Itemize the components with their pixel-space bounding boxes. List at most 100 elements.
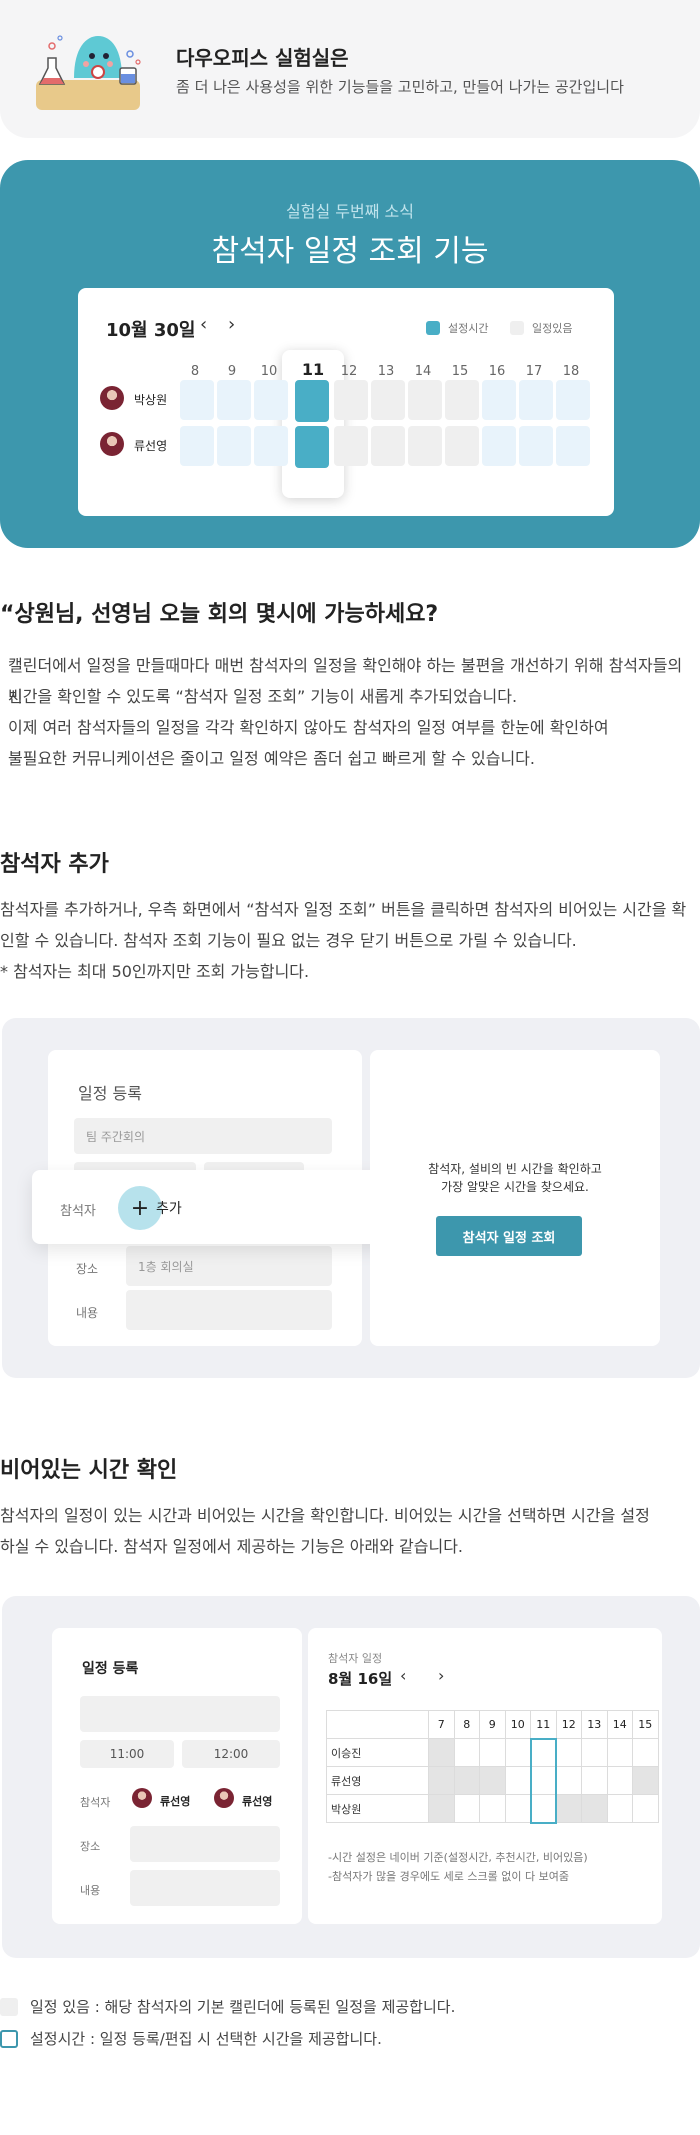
slot-free[interactable] [581, 1766, 608, 1795]
legend-set-swatch [426, 321, 440, 335]
slot-busy [479, 1766, 506, 1795]
place-field[interactable]: 1층 회의실 [126, 1246, 332, 1286]
hour-header: 11 [530, 1710, 557, 1739]
legend-set-label: 설정시간 [448, 322, 489, 335]
slot-busy [334, 380, 368, 420]
slot-free[interactable] [504, 1794, 531, 1823]
slot-free[interactable] [632, 1738, 659, 1767]
hour-label: 18 [562, 364, 580, 379]
hour-header: 10 [504, 1710, 531, 1739]
schedule-note: -참석자가 많을 경우에도 세로 스크롤 없이 다 보여줌 [328, 1870, 569, 1883]
slot-free[interactable] [217, 426, 251, 466]
legend-busy-label: 일정있음 [532, 322, 573, 335]
event-title-field[interactable] [80, 1696, 280, 1732]
slot-free[interactable] [555, 1738, 582, 1767]
attendee-name: 류선영 [326, 1766, 429, 1795]
section-add-title: 참석자 추가 [0, 852, 109, 877]
calendar-date: 10월 30일 [106, 320, 196, 341]
attendee-add-row: 참석자 + 추가 [32, 1170, 396, 1244]
slot-free[interactable] [606, 1738, 633, 1767]
table-row: 류선영 [326, 1766, 659, 1795]
slot-busy [445, 426, 479, 466]
legend-busy-description: 일정 있음 : 해당 참석자의 기본 캘린더에 등록된 일정을 제공합니다. [0, 1996, 455, 2017]
hour-label: 10 [260, 364, 278, 379]
schedule-note: -시간 설정은 네이버 기준(설정시간, 추천시간, 비어있음) [328, 1851, 588, 1864]
content-label: 내용 [80, 1884, 101, 1897]
content-field[interactable] [126, 1290, 332, 1330]
slot-free[interactable] [453, 1794, 480, 1823]
start-time-field[interactable]: 11:00 [80, 1740, 174, 1768]
slot-free[interactable] [479, 1794, 506, 1823]
slot-selected[interactable] [529, 1766, 557, 1795]
slot-busy [334, 426, 368, 466]
hour-label: 9 [227, 364, 237, 379]
lab-mascot-illustration [36, 35, 141, 110]
section-add-line: 참석자를 추가하거나, 우측 화면에서 “참석자 일정 조회” 버튼을 클릭하면… [0, 900, 687, 919]
slot-busy [581, 1794, 608, 1823]
slot-free[interactable] [180, 426, 214, 466]
next-date-icon[interactable]: › [438, 1666, 444, 1685]
hour-header: 15 [632, 1710, 659, 1739]
slot-free[interactable] [556, 426, 590, 466]
schedule-header-row: 7 8 9 10 11 12 13 14 15 [326, 1710, 659, 1739]
slot-free[interactable] [606, 1766, 633, 1795]
slot-selected[interactable] [529, 1737, 557, 1767]
lookup-message-line: 참석자, 설비의 빈 시간을 확인하고 [428, 1162, 602, 1176]
end-time-field[interactable]: 12:00 [182, 1740, 280, 1768]
attendee-name: 이승진 [326, 1738, 429, 1767]
slot-free[interactable] [632, 1794, 659, 1823]
attendee-chip[interactable]: 류선영 [242, 1793, 272, 1809]
hour-label: 15 [451, 364, 469, 379]
add-attendee-label[interactable]: 추가 [156, 1198, 182, 1218]
slot-free[interactable] [254, 426, 288, 466]
event-form-card: 일정 등록 11:00 12:00 참석자 류선영 류선영 장소 내용 [52, 1628, 302, 1924]
slot-free[interactable] [482, 426, 516, 466]
slot-busy [428, 1738, 455, 1767]
intro-line: 이제 여러 참석자들의 일정을 각각 확인하지 않아도 참석자의 일정 여부를 … [8, 718, 609, 737]
slot-free[interactable] [180, 380, 214, 420]
intro-line: 시간을 확인할 수 있도록 “참석자 일정 조회” 기능이 새롭게 추가되었습니… [8, 687, 518, 706]
slot-free[interactable] [479, 1738, 506, 1767]
next-date-icon[interactable]: › [228, 314, 235, 335]
slot-free[interactable] [606, 1794, 633, 1823]
intro-title: 다우오피스 실험실은 [176, 46, 349, 70]
place-field[interactable] [130, 1826, 280, 1862]
intro-card: 다우오피스 실험실은 좀 더 나은 사용성을 위한 기능들을 고민하고, 만들어… [0, 0, 700, 138]
legend-busy-swatch [510, 321, 524, 335]
banner-title: 참석자 일정 조회 기능 [211, 234, 489, 269]
slot-free[interactable] [519, 380, 553, 420]
hour-label: 16 [488, 364, 506, 379]
event-title-field[interactable]: 팀 주간회의 [74, 1118, 332, 1154]
slot-selected[interactable] [295, 426, 329, 468]
slot-free[interactable] [482, 380, 516, 420]
slot-selected[interactable] [295, 380, 329, 422]
intro-subtitle: 좀 더 나은 사용성을 위한 기능들을 고민하고, 만들어 나가는 공간입니다 [176, 78, 624, 96]
intro-heading: “상원님, 선영님 오늘 회의 몇시에 가능하세요? [0, 602, 439, 627]
slot-free[interactable] [581, 1738, 608, 1767]
attendee-chip[interactable]: 류선영 [160, 1793, 190, 1809]
table-row: 박상원 [326, 1794, 659, 1824]
slot-free[interactable] [555, 1766, 582, 1795]
hour-header: 9 [479, 1710, 506, 1739]
attendee-name: 류선영 [134, 439, 168, 453]
legend-set-description: 설정시간 : 일정 등록/편집 시 선택한 시간을 제공합니다. [0, 2028, 382, 2049]
prev-date-icon[interactable]: ‹ [200, 314, 207, 335]
prev-date-icon[interactable]: ‹ [400, 1666, 406, 1685]
slot-free[interactable] [254, 380, 288, 420]
slot-free[interactable] [453, 1738, 480, 1767]
content-field[interactable] [130, 1870, 280, 1906]
avatar [132, 1788, 152, 1808]
slot-free[interactable] [504, 1766, 531, 1795]
slot-free[interactable] [519, 426, 553, 466]
section-free-title: 비어있는 시간 확인 [0, 1458, 178, 1483]
slot-free[interactable] [217, 380, 251, 420]
slot-free[interactable] [504, 1738, 531, 1767]
slot-free[interactable] [556, 380, 590, 420]
busy-swatch [0, 1997, 18, 2016]
slot-busy [445, 380, 479, 420]
slot-selected[interactable] [529, 1794, 557, 1824]
slot-busy [428, 1794, 455, 1823]
attendee-schedule-lookup-button[interactable]: 참석자 일정 조회 [436, 1216, 582, 1256]
legend-busy: 일정있음 [510, 320, 572, 336]
section-free-line: 하실 수 있습니다. 참석자 일정에서 제공하는 기능은 아래와 같습니다. [0, 1537, 464, 1556]
